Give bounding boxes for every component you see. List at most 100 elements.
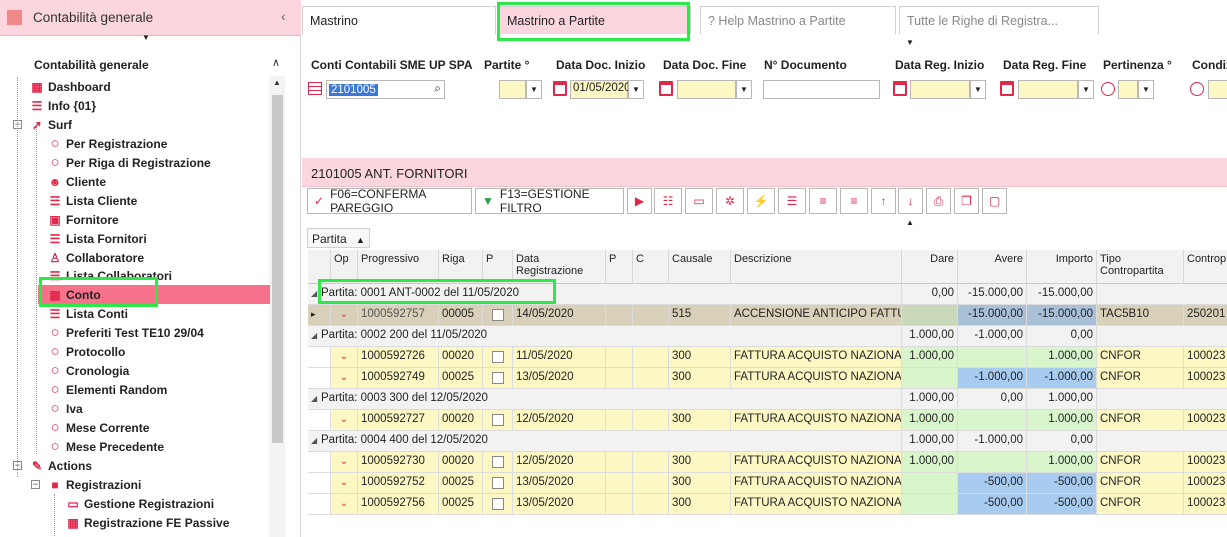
sidebar-item[interactable]: ○ Elementi Random (48, 380, 167, 399)
table-row[interactable]: ⌄ 1000592749 00025 13/05/2020 300 FATTURA ACQ… (308, 368, 1227, 389)
calendar-icon[interactable] (659, 81, 673, 96)
radio-icon[interactable] (1101, 82, 1115, 96)
sidebar-item[interactable]: ☰ Lista Fornitori (48, 229, 147, 248)
account-input[interactable]: 2101005 ⌕ (326, 80, 445, 99)
sidebar-item[interactable]: ▦ Dashboard (30, 77, 110, 96)
filter-button[interactable]: ▼ F13=GESTIONE FILTRO (475, 187, 624, 215)
column-header[interactable]: Causale (669, 250, 731, 284)
sidebar-item[interactable]: ♙ Collaboratore (48, 248, 144, 267)
sidebar-item[interactable]: ○ Mese Corrente (48, 418, 149, 437)
magic-wand-icon[interactable]: ⚡ (747, 188, 775, 214)
partite-input[interactable] (499, 80, 526, 99)
reg-start-input[interactable] (910, 80, 970, 99)
table-row[interactable]: ⌄ 1000592756 00025 13/05/2020 300 FATTURA ACQ… (308, 494, 1227, 515)
column-header[interactable]: Descrizione (731, 250, 902, 284)
row-expand-icon[interactable]: ⌄ (340, 351, 348, 362)
sidebar-item[interactable]: ☰ Info {01} (30, 96, 96, 115)
column-header[interactable] (308, 250, 331, 284)
column-header[interactable]: Dare (902, 250, 958, 284)
radio-icon[interactable] (1190, 82, 1204, 96)
sidebar-caret-icon[interactable]: ▼ (142, 33, 150, 42)
documento-input[interactable] (763, 80, 880, 99)
reg-start-dropdown-icon[interactable]: ▼ (970, 80, 986, 99)
scroll-up-icon[interactable]: ▲ (273, 78, 281, 87)
doc-end-dropdown-icon[interactable]: ▼ (736, 80, 752, 99)
reg-end-dropdown-icon[interactable]: ▼ (1078, 80, 1094, 99)
column-header[interactable]: Tipo Contropartita (1097, 250, 1184, 284)
group-row[interactable]: ◢ Partita: 0004 400 del 12/05/2020 1.000,0… (308, 431, 1227, 452)
sidebar-item[interactable]: ○ Cronologia (48, 361, 129, 380)
table-row[interactable]: ▸ ⌄ 1000592757 00005 14/05/2020 515 ACCENSIONE… (308, 305, 1227, 326)
row-expand-icon[interactable]: ⌄ (340, 372, 348, 383)
row-checkbox[interactable] (492, 456, 504, 468)
arrow-up-icon[interactable]: ↑ (871, 188, 896, 214)
play-icon[interactable]: ▶ (627, 188, 652, 214)
list-down-icon[interactable]: ≡ (809, 188, 837, 214)
calendar-icon[interactable] (553, 81, 567, 96)
copy-icon[interactable]: ❐ (954, 188, 979, 214)
doc-start-dropdown-icon[interactable]: ▼ (628, 80, 644, 99)
column-header[interactable]: Riga (439, 250, 483, 284)
group-collapse-icon[interactable]: ◢ (311, 394, 317, 403)
search-icon[interactable]: ⌕ (434, 81, 441, 96)
indent-icon[interactable]: ☷ (654, 188, 682, 214)
column-header[interactable]: Op (331, 250, 358, 284)
sidebar-item[interactable]: ○ Per Registrazione (48, 134, 167, 153)
sort-up-icon[interactable]: ▲ (356, 235, 365, 245)
group-collapse-icon[interactable]: ◢ (311, 331, 317, 340)
sidebar-item[interactable]: ▦ Conto (38, 285, 270, 304)
arrow-down-icon[interactable]: ↓ (898, 188, 923, 214)
pertinenza-dropdown-icon[interactable]: ▼ (1138, 80, 1154, 99)
remove-list-icon[interactable]: ▭ (685, 188, 713, 214)
calendar-icon[interactable] (1000, 81, 1014, 96)
tree-expand-icon[interactable]: − (31, 480, 40, 489)
menu-icon[interactable]: ≡ (840, 188, 868, 214)
table-row[interactable]: ⌄ 1000592730 00020 12/05/2020 300 FATTURA ACQ… (308, 452, 1227, 473)
column-header[interactable]: P (483, 250, 513, 284)
row-expand-icon[interactable]: ⌄ (340, 309, 348, 320)
sidebar-item[interactable]: ■ Registrazioni (48, 475, 141, 494)
sidebar-item[interactable]: ☰ Lista Collaboratori (48, 266, 172, 285)
sidebar-item[interactable]: ○ Mese Precedente (48, 437, 164, 456)
tab-help[interactable]: ? Help Mastrino a Partite (700, 6, 896, 34)
pertinenza-input[interactable] (1118, 80, 1138, 99)
sidebar-scrollbar[interactable]: ▲ (269, 76, 285, 537)
calendar-icon[interactable] (893, 81, 907, 96)
settings-icon[interactable]: ✲ (716, 188, 744, 214)
tab-mastrino[interactable]: Mastrino (302, 6, 496, 34)
row-checkbox[interactable] (492, 372, 504, 384)
sidebar-item[interactable]: ☰ Lista Cliente (48, 191, 138, 210)
group-collapse-icon[interactable]: ◢ (311, 289, 317, 298)
group-row[interactable]: ◢ Partita: 0002 200 del 11/05/2020 1.000,0… (308, 326, 1227, 347)
table-row[interactable]: ⌄ 1000592726 00020 11/05/2020 300 FATTURA ACQ… (308, 347, 1227, 368)
section-collapse-icon[interactable]: ∧ (272, 56, 280, 69)
group-row[interactable]: ◢ Partita: 0001 ANT-0002 del 11/05/2020 0,… (308, 284, 1227, 305)
condiz-input[interactable] (1208, 80, 1227, 99)
doc-start-input[interactable]: 01/05/2020 (570, 80, 631, 99)
sidebar-item[interactable]: ☰ Lista Conti (48, 304, 128, 323)
sidebar-item[interactable]: ○ Preferiti Test TE10 29/04 (48, 323, 203, 342)
sidebar-item[interactable]: ☻ Cliente (48, 172, 106, 191)
column-header[interactable]: Controp (1184, 250, 1227, 284)
row-expand-icon[interactable]: ⌄ (340, 414, 348, 425)
print-icon[interactable]: ⎙ (926, 188, 951, 214)
sidebar-item[interactable]: ▭ Gestione Registrazioni (66, 494, 214, 513)
column-header[interactable]: C (633, 250, 669, 284)
toolbar-caret-icon[interactable]: ▲ (906, 218, 914, 227)
sidebar-item[interactable]: ▦ Registrazione FE Passive (66, 513, 229, 532)
scrollbar-thumb[interactable] (272, 95, 283, 443)
sidebar-item[interactable]: ○ Per Riga di Registrazione (48, 153, 210, 172)
tab-righe-registrazione[interactable]: Tutte le Righe di Registra... (899, 6, 1099, 34)
row-expand-icon[interactable]: ⌄ (340, 456, 348, 467)
column-header[interactable]: Avere (958, 250, 1027, 284)
table-row[interactable]: ⌄ 1000592727 00020 12/05/2020 300 FATTURA ACQ… (308, 410, 1227, 431)
row-checkbox[interactable] (492, 498, 504, 510)
sidebar-item[interactable]: ▣ Fornitore (48, 210, 118, 229)
doc-end-input[interactable] (677, 80, 736, 99)
group-by-chip[interactable]: Partita ▲ (307, 228, 370, 248)
sidebar-item[interactable]: ▭Interr. / Stampa prima nota (66, 532, 235, 537)
tab-mastrino-a-partite[interactable]: Mastrino a Partite (499, 6, 691, 34)
sidebar-item[interactable]: ✎ Actions (30, 456, 92, 475)
confirm-pareggio-button[interactable]: ✓ F06=CONFERMA PAREGGIO (307, 187, 472, 215)
sidebar-item[interactable]: ○ Protocollo (48, 342, 125, 361)
